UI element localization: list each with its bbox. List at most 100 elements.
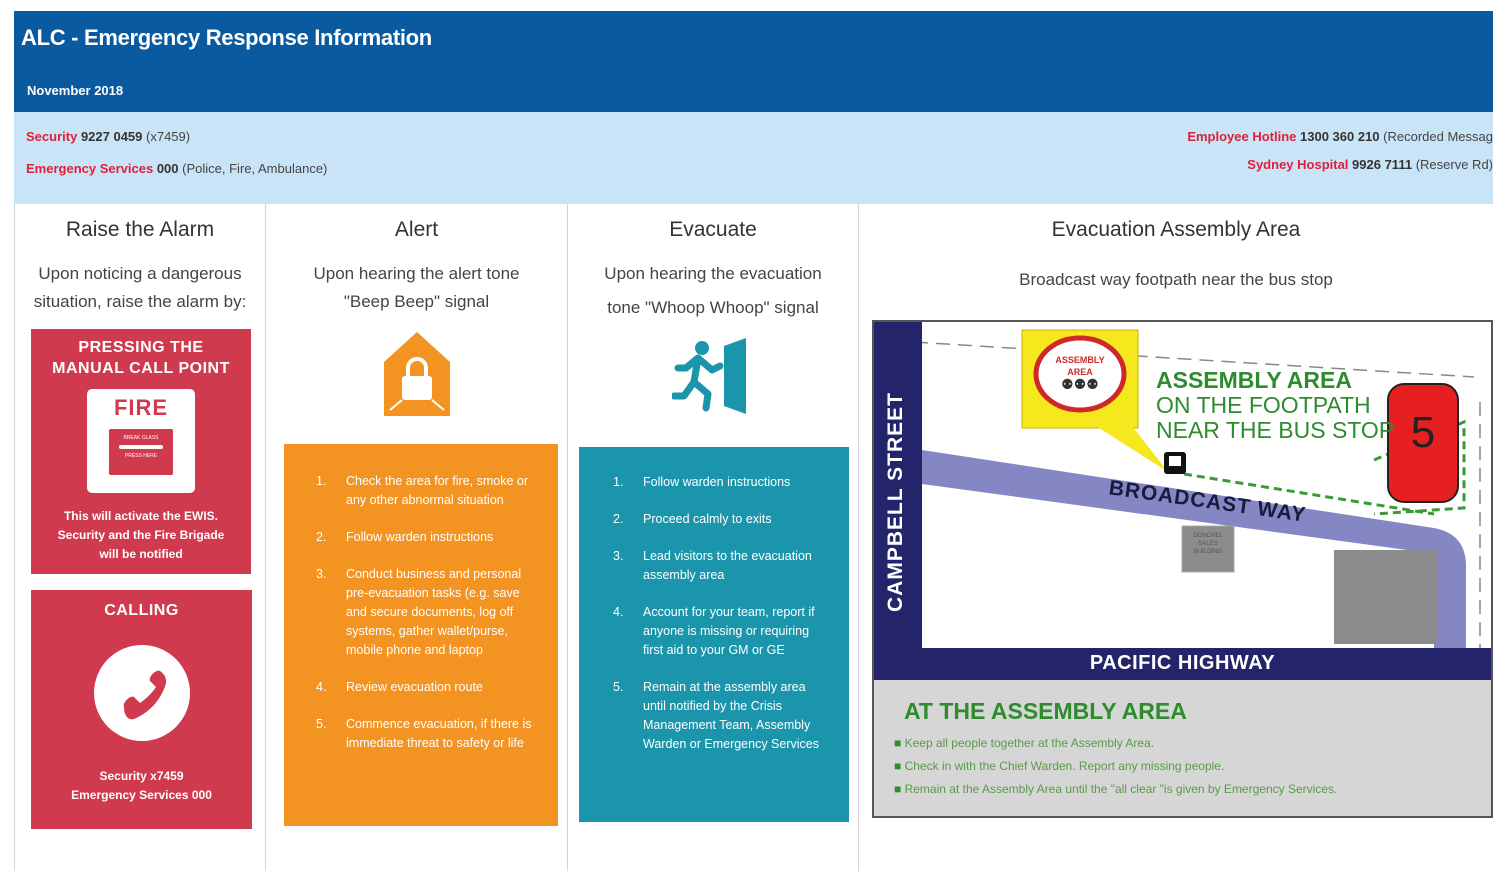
column-evacuate: Evacuate Upon hearing the evacuation ton…	[567, 204, 858, 871]
list-text: Check the area for fire, smoke or any ot…	[346, 474, 529, 507]
list-number: 5.	[613, 680, 624, 694]
callout-line: ASSEMBLY AREA	[1156, 367, 1352, 393]
list-text: Conduct business and personal pre-evacua…	[346, 567, 522, 657]
building-text: SALES	[1198, 541, 1218, 547]
assembly-map: CAMPBELL STREET BROADCAST WAY PACIFIC HI…	[872, 320, 1493, 818]
list-number: 4.	[613, 605, 624, 619]
contact-hospital: Sydney Hospital 9926 7111 (Reserve Rd)	[1247, 157, 1493, 172]
list-text: Lead visitors to the evacuation assembly…	[643, 549, 812, 582]
box-note: will be notified	[99, 547, 183, 561]
running-exit-icon	[670, 338, 752, 414]
contact-security: Security 9227 0459 (x7459)	[26, 129, 190, 144]
fire-sign-label: FIRE	[113, 395, 169, 420]
list-item: 4. Review evacuation route	[316, 678, 540, 697]
contact-detail: (Police, Fire, Ambulance)	[182, 161, 328, 176]
building-text: BUILDING	[1193, 549, 1223, 555]
list-item: ■ Check in with the Chief Warden. Report…	[894, 755, 1337, 778]
contacts-strip: Security 9227 0459 (x7459) Emergency Ser…	[14, 112, 1493, 204]
bus-stop-icon	[1164, 452, 1186, 474]
panel-title: AT THE ASSEMBLY AREA	[904, 698, 1187, 724]
box-note: This will activate the EWIS.	[63, 509, 219, 523]
box-note: Emergency Services 000	[71, 788, 212, 802]
list-text: Check in with the Chief Warden. Report a…	[904, 759, 1225, 773]
contact-emergency: Emergency Services 000 (Police, Fire, Am…	[26, 161, 327, 176]
column-alert: Alert Upon hearing the alert tone "Beep …	[265, 204, 567, 871]
list-text: Remain at the Assembly Area until the "a…	[904, 782, 1338, 796]
desc-line: situation, raise the alarm by:	[33, 292, 247, 311]
list-item: 4. Account for your team, report if anyon…	[613, 603, 829, 660]
list-text: Proceed calmly to exits	[643, 512, 772, 526]
column-description: Upon noticing a dangerous situation, rai…	[15, 260, 265, 316]
list-item: 3. Conduct business and personal pre-evac…	[316, 565, 540, 660]
list-text: Follow warden instructions	[346, 530, 494, 544]
list-number: 2.	[613, 512, 624, 526]
fire-sign-small: BREAK GLASS	[123, 435, 159, 441]
evacuate-steps: 1. Follow warden instructions 2. Proceed c…	[579, 447, 849, 822]
list-number: 2.	[316, 530, 327, 544]
house-lock-icon	[382, 330, 452, 418]
list-item: 5. Remain at the assembly area until noti…	[613, 678, 829, 754]
header-banner: ALC - Emergency Response Information Nov…	[14, 11, 1493, 112]
contact-number: 1300 360 210	[1300, 129, 1380, 144]
contact-number: 9926 7111	[1352, 157, 1413, 172]
desc-line: Upon hearing the evacuation	[604, 264, 822, 283]
bullet-icon: ■	[894, 759, 902, 773]
list-number: 1.	[316, 474, 327, 488]
contact-detail: (Reserve Rd)	[1415, 157, 1493, 172]
people-icon: ⚉⚉⚉	[1061, 376, 1099, 392]
list-item: 1. Check the area for fire, smoke or any …	[316, 472, 540, 510]
list-text: Remain at the assembly area until notifi…	[643, 680, 819, 751]
list-number: 5.	[316, 717, 327, 731]
street-label-pacific: PACIFIC HIGHWAY	[1089, 652, 1276, 674]
list-text: Follow warden instructions	[643, 475, 791, 489]
callout-line: NEAR THE BUS STOP	[1156, 417, 1395, 443]
contact-label: Emergency Services	[26, 161, 154, 176]
alert-steps: 1. Check the area for fire, smoke or any …	[284, 444, 558, 826]
column-heading: Evacuate	[669, 218, 757, 241]
column-raise-alarm: Raise the Alarm Upon noticing a dangerou…	[14, 204, 265, 871]
list-text: Review evacuation route	[346, 680, 483, 694]
building-text: DONCHEL	[1193, 533, 1223, 539]
phone-icon	[93, 645, 190, 741]
list-item: 5. Commence evacuation, if there is immed…	[316, 715, 540, 753]
contact-number: 000	[156, 161, 179, 176]
contact-detail: (Recorded Messag	[1383, 129, 1493, 144]
column-heading: Evacuation Assembly Area	[1051, 218, 1301, 241]
list-number: 3.	[316, 567, 327, 581]
bullet-icon: ■	[894, 782, 902, 796]
desc-line: Upon noticing a dangerous	[38, 264, 242, 283]
list-number: 1.	[613, 475, 624, 489]
list-text: Keep all people together at the Assembly…	[904, 736, 1155, 750]
desc-line: "Beep Beep" signal	[343, 292, 490, 311]
column-heading: Alert	[394, 218, 439, 241]
list-text: Commence evacuation, if there is immedia…	[346, 717, 532, 750]
box-title: PRESSING THE	[78, 339, 204, 356]
contact-label: Security	[26, 129, 78, 144]
desc-line: Upon hearing the alert tone	[313, 264, 520, 283]
page-title: ALC - Emergency Response Information	[21, 25, 432, 50]
calling-box: CALLING Security x7459 Emergency Service…	[31, 590, 252, 829]
callout-line: ON THE FOOTPATH	[1156, 392, 1371, 418]
list-item: ■ Keep all people together at the Assemb…	[894, 732, 1337, 755]
contact-hotline: Employee Hotline 1300 360 210 (Recorded …	[1187, 129, 1493, 144]
list-text: Account for your team, report if anyone …	[643, 605, 815, 657]
fire-alarm-icon: FIRE BREAK GLASS PRESS HERE	[87, 389, 195, 493]
panel-bullets: ■ Keep all people together at the Assemb…	[894, 732, 1337, 801]
contact-detail: (x7459)	[146, 129, 191, 144]
manual-call-point-box: PRESSING THE MANUAL CALL POINT FIRE BREA…	[31, 329, 251, 574]
assembly-instructions-panel: AT THE ASSEMBLY AREA ■ Keep all people t…	[874, 680, 1491, 816]
desc-line: tone "Whoop Whoop" signal	[607, 298, 819, 317]
box-note: Security x7459	[99, 769, 184, 783]
building-label: DONCHEL SALES BUILDING	[1182, 532, 1234, 556]
contact-number: 9227 0459	[80, 129, 143, 144]
column-description: Broadcast way footpath near the bus stop	[1019, 270, 1333, 289]
contact-label: Sydney Hospital	[1247, 157, 1349, 172]
assembly-sign-icon: ASSEMBLY AREA ⚉⚉⚉	[1050, 354, 1110, 392]
location-marker: 5	[1410, 408, 1436, 457]
list-number: 3.	[613, 549, 624, 563]
column-description: Upon hearing the alert tone "Beep Beep" …	[266, 260, 567, 316]
contact-label: Employee Hotline	[1187, 129, 1297, 144]
column-description: Upon hearing the evacuation tone "Whoop …	[568, 260, 858, 322]
bullet-icon: ■	[894, 736, 902, 750]
fire-sign-small: PRESS HERE	[124, 453, 158, 459]
